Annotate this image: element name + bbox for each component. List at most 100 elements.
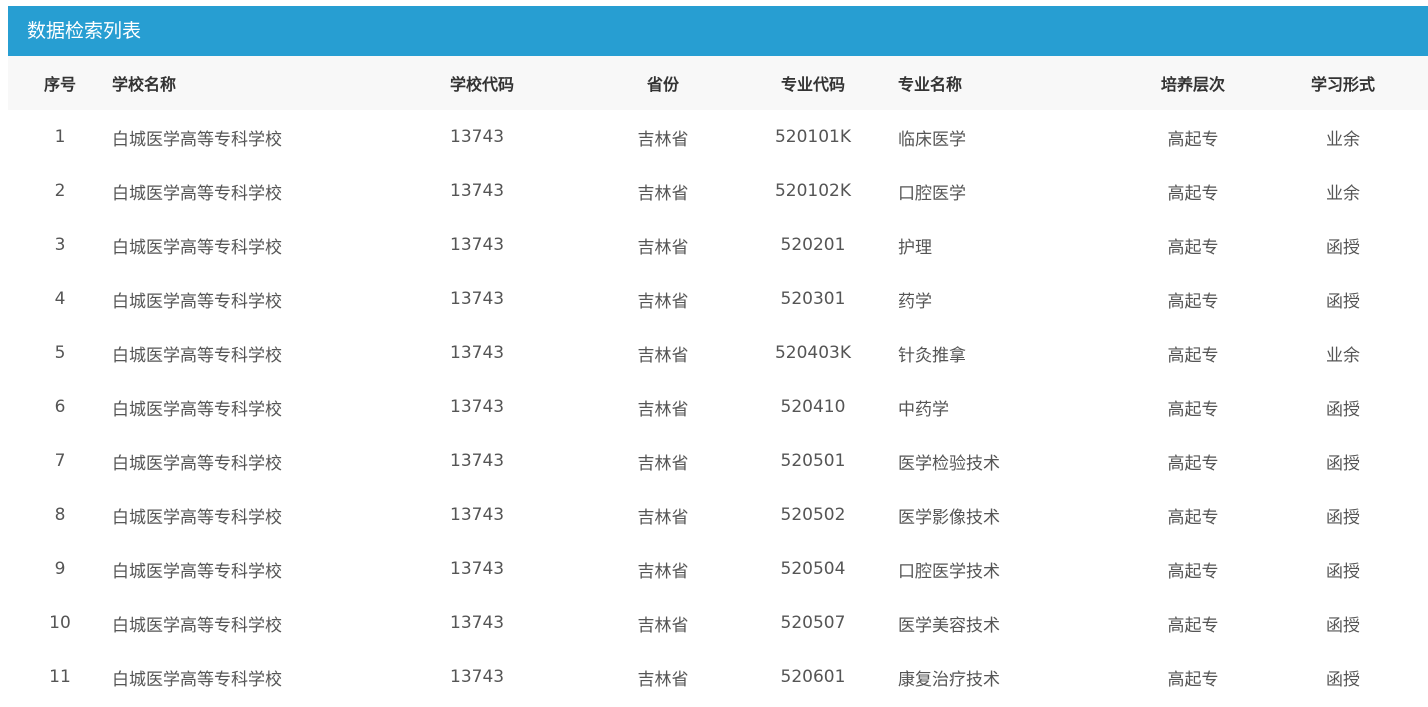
cell-major-name: 康复治疗技术: [898, 669, 1000, 690]
cell-major-name: 药学: [898, 291, 932, 312]
cell-level: 高起专: [1167, 129, 1219, 150]
cell-level: 高起专: [1167, 237, 1219, 258]
cell-school-name: 白城医学高等专科学校: [112, 345, 282, 366]
cell-study-form: 函授: [1326, 399, 1360, 420]
table-row: 5 白城医学高等专科学校 13743 吉林省 520403K 针灸推拿 高起专 业余: [8, 326, 1428, 380]
cell-index: 9: [54, 559, 66, 579]
cell-school-code: 13743: [450, 397, 505, 417]
cell-school-code: 13743: [450, 343, 505, 363]
table-row: 4 白城医学高等专科学校 13743 吉林省 520301 药学 高起专 函授: [8, 272, 1428, 326]
cell-province: 吉林省: [637, 237, 689, 258]
cell-major-code: 520502: [780, 505, 846, 525]
cell-index: 10: [49, 613, 71, 633]
cell-index: 5: [54, 343, 66, 363]
cell-school-name: 白城医学高等专科学校: [112, 291, 282, 312]
cell-major-code: 520410: [780, 397, 846, 417]
column-header-province: 省份: [646, 75, 679, 94]
cell-major-name: 医学美容技术: [898, 615, 1000, 636]
column-header-level: 培养层次: [1160, 75, 1225, 94]
cell-index: 7: [54, 451, 66, 471]
cell-level: 高起专: [1167, 561, 1219, 582]
cell-index: 1: [54, 127, 66, 147]
cell-school-code: 13743: [450, 559, 505, 579]
panel-title: 数据检索列表: [8, 6, 1428, 56]
cell-school-code: 13743: [450, 613, 505, 633]
cell-major-name: 针灸推拿: [898, 345, 966, 366]
cell-school-code: 13743: [450, 127, 505, 147]
cell-study-form: 函授: [1326, 615, 1360, 636]
cell-study-form: 函授: [1326, 669, 1360, 690]
cell-province: 吉林省: [637, 669, 689, 690]
cell-province: 吉林省: [637, 399, 689, 420]
cell-index: 8: [54, 505, 66, 525]
cell-school-name: 白城医学高等专科学校: [112, 183, 282, 204]
cell-study-form: 函授: [1326, 453, 1360, 474]
cell-major-code: 520501: [780, 451, 846, 471]
cell-study-form: 函授: [1326, 291, 1360, 312]
cell-province: 吉林省: [637, 291, 689, 312]
cell-major-code: 520201: [780, 235, 846, 255]
column-header-major-code: 专业代码: [780, 75, 845, 94]
cell-school-name: 白城医学高等专科学校: [112, 129, 282, 150]
cell-province: 吉林省: [637, 345, 689, 366]
cell-school-code: 13743: [450, 181, 505, 201]
cell-province: 吉林省: [637, 129, 689, 150]
cell-school-name: 白城医学高等专科学校: [112, 507, 282, 528]
cell-major-code: 520101K: [774, 127, 852, 147]
cell-study-form: 函授: [1326, 237, 1360, 258]
cell-study-form: 业余: [1326, 345, 1360, 366]
cell-major-name: 护理: [898, 237, 932, 258]
cell-province: 吉林省: [637, 183, 689, 204]
cell-study-form: 函授: [1326, 507, 1360, 528]
cell-school-name: 白城医学高等专科学校: [112, 399, 282, 420]
column-header-major-name: 专业名称: [898, 75, 963, 94]
cell-school-code: 13743: [450, 505, 505, 525]
column-header-school-name: 学校名称: [112, 75, 177, 94]
cell-level: 高起专: [1167, 669, 1219, 690]
table-row: 2 白城医学高等专科学校 13743 吉林省 520102K 口腔医学 高起专 业余: [8, 164, 1428, 218]
table-row: 11 白城医学高等专科学校 13743 吉林省 520601 康复治疗技术 高起专 函授: [8, 650, 1428, 704]
cell-level: 高起专: [1167, 399, 1219, 420]
cell-major-code: 520403K: [774, 343, 852, 363]
cell-major-name: 临床医学: [898, 129, 966, 150]
cell-major-name: 口腔医学: [898, 183, 966, 204]
cell-school-name: 白城医学高等专科学校: [112, 669, 282, 690]
cell-major-code: 520301: [780, 289, 846, 309]
table-row: 7 白城医学高等专科学校 13743 吉林省 520501 医学检验技术 高起专 函授: [8, 434, 1428, 488]
table-header-row: 序号 学校名称 学校代码 省份 专业代码 专业名称 培养层次 学习形式: [8, 56, 1428, 110]
cell-province: 吉林省: [637, 561, 689, 582]
cell-level: 高起专: [1167, 291, 1219, 312]
cell-index: 4: [54, 289, 66, 309]
table-row: 1 白城医学高等专科学校 13743 吉林省 520101K 临床医学 高起专 业余: [8, 110, 1428, 164]
cell-major-name: 口腔医学技术: [898, 561, 1000, 582]
cell-school-code: 13743: [450, 667, 505, 687]
results-table: 序号 学校名称 学校代码 省份 专业代码 专业名称 培养层次 学习形式 1 白城医…: [8, 56, 1428, 704]
table-row: 6 白城医学高等专科学校 13743 吉林省 520410 中药学 高起专 函授: [8, 380, 1428, 434]
cell-level: 高起专: [1167, 615, 1219, 636]
table-row: 10 白城医学高等专科学校 13743 吉林省 520507 医学美容技术 高起专 函授: [8, 596, 1428, 650]
cell-study-form: 函授: [1326, 561, 1360, 582]
cell-major-name: 中药学: [898, 399, 949, 420]
cell-school-name: 白城医学高等专科学校: [112, 615, 282, 636]
cell-study-form: 业余: [1326, 183, 1360, 204]
table-row: 3 白城医学高等专科学校 13743 吉林省 520201 护理 高起专 函授: [8, 218, 1428, 272]
cell-school-code: 13743: [450, 289, 505, 309]
cell-study-form: 业余: [1326, 129, 1360, 150]
cell-major-code: 520507: [780, 613, 846, 633]
cell-province: 吉林省: [637, 615, 689, 636]
cell-province: 吉林省: [637, 453, 689, 474]
cell-major-name: 医学影像技术: [898, 507, 1000, 528]
cell-major-code: 520102K: [774, 181, 852, 201]
cell-major-name: 医学检验技术: [898, 453, 1000, 474]
column-header-index: 序号: [43, 75, 76, 94]
cell-index: 6: [54, 397, 66, 417]
cell-index: 3: [54, 235, 66, 255]
cell-index: 11: [49, 667, 71, 687]
table-body: 1 白城医学高等专科学校 13743 吉林省 520101K 临床医学 高起专 业余 2 白城医学…: [8, 110, 1428, 704]
cell-level: 高起专: [1167, 453, 1219, 474]
cell-index: 2: [54, 181, 66, 201]
cell-level: 高起专: [1167, 507, 1219, 528]
data-search-panel: 数据检索列表 序号 学校名称 学校代码 省份 专业代码 专业名称 培养层次 学习…: [8, 6, 1428, 707]
cell-major-code: 520601: [780, 667, 846, 687]
cell-school-name: 白城医学高等专科学校: [112, 237, 282, 258]
